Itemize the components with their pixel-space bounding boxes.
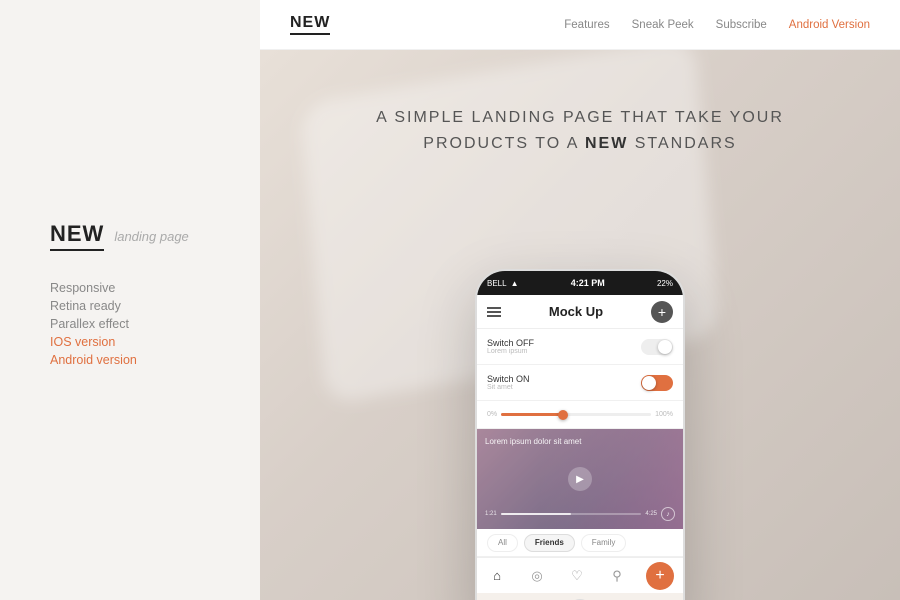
toggle-off-knob <box>658 340 672 354</box>
nav-links: Features Sneak Peek Subscribe Android Ve… <box>564 19 870 31</box>
switch-on-row: Switch ON Sit amet <box>477 365 683 401</box>
media-track[interactable] <box>501 513 642 515</box>
toggle-on[interactable] <box>641 375 673 391</box>
tab-friends[interactable]: Friends <box>524 534 575 552</box>
search-bottom-icon[interactable]: ⚲ <box>606 565 628 587</box>
nav-subscribe[interactable]: Subscribe <box>716 19 767 31</box>
hero-headline: A SIMPLE LANDING PAGE THAT TAKE YOUR PRO… <box>260 105 900 156</box>
left-logo: NEW landing page <box>50 221 210 251</box>
heart-bottom-icon[interactable]: ♡ <box>566 565 588 587</box>
tabs-row: All Friends Family <box>477 529 683 557</box>
nav-android-version[interactable]: Android Version <box>789 19 870 31</box>
phone-home-area <box>477 593 683 600</box>
play-button[interactable]: ▶ <box>568 467 592 491</box>
navbar: NEW Features Sneak Peek Subscribe Androi… <box>260 0 900 50</box>
feature-android-link[interactable]: Android version <box>50 353 210 367</box>
toggle-on-knob <box>642 376 656 390</box>
app-content: Switch OFF Lorem ipsum Switch ON Sit ame… <box>477 329 683 557</box>
hero-headline-line2: PRODUCTS TO A NEW STANDARS <box>260 131 900 157</box>
nav-features[interactable]: Features <box>564 19 609 31</box>
feature-retina: Retina ready <box>50 299 210 313</box>
media-caption: Lorem ipsum dolor sit amet <box>485 437 581 446</box>
toggle-off[interactable] <box>641 339 673 355</box>
left-logo-new: NEW <box>50 221 104 251</box>
switch-off-label: Switch OFF <box>487 338 534 348</box>
media-card: Lorem ipsum dolor sit amet ▶ 1:21 4:25 ♪ <box>477 429 683 529</box>
feature-parallex: Parallex effect <box>50 317 210 331</box>
main-area: NEW Features Sneak Peek Subscribe Androi… <box>260 0 900 600</box>
phone-device: BELL ▲ 4:21 PM 22% Mock Up + <box>475 269 685 600</box>
slider-thumb <box>558 410 568 420</box>
home-bottom-icon[interactable]: ⌂ <box>486 565 508 587</box>
switch-on-sub: Sit amet <box>487 384 530 391</box>
slider-max: 100% <box>655 411 673 418</box>
tab-family[interactable]: Family <box>581 534 627 552</box>
phone-status-bar: BELL ▲ 4:21 PM 22% <box>477 271 683 295</box>
feature-ios-link[interactable]: IOS version <box>50 335 210 349</box>
media-fill <box>501 513 571 515</box>
hero-section: A SIMPLE LANDING PAGE THAT TAKE YOUR PRO… <box>260 50 900 600</box>
app-navbar: Mock Up + <box>477 295 683 329</box>
slider-track[interactable] <box>501 413 651 416</box>
camera-bottom-icon[interactable]: ◎ <box>526 565 548 587</box>
phone-carrier: BELL ▲ <box>487 279 519 288</box>
phone-battery: 22% <box>657 279 673 288</box>
features-list: Responsive Retina ready Parallex effect … <box>50 281 210 371</box>
switch-on-label: Switch ON <box>487 374 530 384</box>
slider-fill <box>501 413 561 416</box>
tab-all[interactable]: All <box>487 534 518 552</box>
nav-logo: NEW <box>290 14 330 35</box>
left-logo-subtitle: landing page <box>114 229 188 244</box>
phone-time: 4:21 PM <box>571 278 605 288</box>
hamburger-icon[interactable] <box>487 307 501 317</box>
app-add-icon[interactable]: + <box>651 301 673 323</box>
slider-row: 0% 100% <box>477 401 683 429</box>
media-progress-bar: 1:21 4:25 ♪ <box>485 507 675 521</box>
add-bottom-button[interactable]: + <box>646 562 674 590</box>
switch-off-row: Switch OFF Lorem ipsum <box>477 329 683 365</box>
slider-min: 0% <box>487 411 497 418</box>
app-title: Mock Up <box>549 304 603 319</box>
switch-off-sub: Lorem ipsum <box>487 348 534 355</box>
phone-mockup: BELL ▲ 4:21 PM 22% Mock Up + <box>475 269 685 600</box>
volume-icon[interactable]: ♪ <box>661 507 675 521</box>
nav-sneak-peek[interactable]: Sneak Peek <box>632 19 694 31</box>
feature-responsive: Responsive <box>50 281 210 295</box>
hero-headline-line1: A SIMPLE LANDING PAGE THAT TAKE YOUR <box>260 105 900 131</box>
left-panel: NEW landing page Responsive Retina ready… <box>0 0 260 600</box>
app-bottom-bar: ⌂ ◎ ♡ ⚲ + <box>477 557 683 593</box>
